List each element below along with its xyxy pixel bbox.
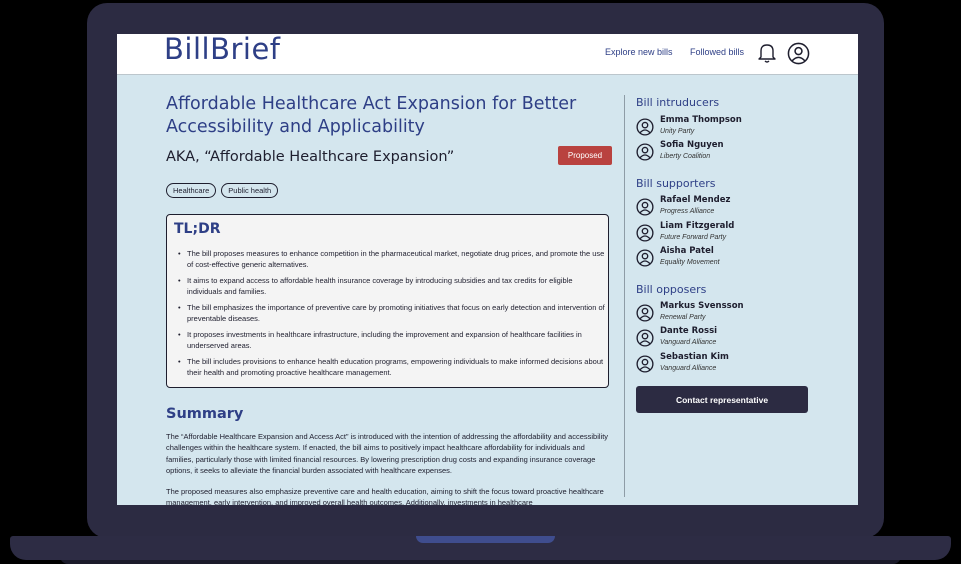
person-sofia-nguyen[interactable]: Sofia Nguyen Liberty Coalition bbox=[636, 140, 806, 164]
person-rafael-mendez[interactable]: Rafael Mendez Progress Alliance bbox=[636, 195, 806, 219]
person-name: Rafael Mendez bbox=[660, 195, 731, 205]
tldr-item: The bill includes provisions to enhance … bbox=[178, 356, 607, 378]
tag-list: Healthcare Public health bbox=[166, 183, 279, 198]
user-circle-icon bbox=[636, 198, 654, 216]
tldr-item: The bill emphasizes the importance of pr… bbox=[178, 302, 607, 324]
app-screen: BillBrief Explore new bills Followed bil… bbox=[117, 34, 858, 505]
nav-explore-link[interactable]: Explore new bills bbox=[605, 47, 673, 57]
person-party: Vanguard Alliance bbox=[660, 365, 717, 372]
user-circle-icon bbox=[636, 304, 654, 322]
person-name: Dante Rossi bbox=[660, 326, 718, 336]
user-circle-icon bbox=[636, 355, 654, 373]
tldr-list: The bill proposes measures to enhance co… bbox=[177, 248, 607, 383]
user-circle-icon bbox=[636, 118, 654, 136]
summary-paragraph: The “Affordable Healthcare Expansion and… bbox=[166, 432, 609, 475]
nav-followed-link[interactable]: Followed bills bbox=[690, 47, 744, 57]
status-badge: Proposed bbox=[558, 146, 612, 165]
sidebar-divider bbox=[624, 95, 625, 497]
person-sebastian-kim[interactable]: Sebastian Kim Vanguard Alliance bbox=[636, 352, 806, 376]
tldr-title: TL;DR bbox=[174, 221, 221, 237]
summary-paragraph: The proposed measures also emphasize pre… bbox=[166, 487, 604, 505]
person-name: Markus Svensson bbox=[660, 301, 744, 311]
person-name: Liam Fitzgerald bbox=[660, 221, 735, 231]
bell-icon[interactable] bbox=[758, 43, 776, 63]
contact-representative-button[interactable]: Contact representative bbox=[636, 386, 808, 413]
user-circle-icon bbox=[636, 143, 654, 161]
user-circle-icon[interactable] bbox=[787, 42, 810, 65]
laptop-notch bbox=[416, 536, 555, 543]
person-name: Sofia Nguyen bbox=[660, 140, 724, 150]
person-party: Equality Movement bbox=[660, 259, 720, 266]
person-aisha-patel[interactable]: Aisha Patel Equality Movement bbox=[636, 246, 806, 270]
person-name: Emma Thompson bbox=[660, 115, 742, 125]
bill-title: Affordable Healthcare Act Expansion for … bbox=[166, 94, 577, 137]
user-circle-icon bbox=[636, 249, 654, 267]
person-name: Aisha Patel bbox=[660, 246, 714, 256]
tldr-item: It proposes investments in healthcare in… bbox=[178, 329, 607, 351]
person-emma-thompson[interactable]: Emma Thompson Unity Party bbox=[636, 115, 806, 139]
person-liam-fitzgerald[interactable]: Liam Fitzgerald Future Forward Party bbox=[636, 221, 806, 245]
bill-aka: AKA, “Affordable Healthcare Expansion” bbox=[166, 149, 455, 165]
tag-healthcare[interactable]: Healthcare bbox=[166, 183, 217, 198]
supporters-heading: Bill supporters bbox=[636, 177, 716, 190]
summary-heading: Summary bbox=[166, 406, 244, 422]
person-party: Vanguard Alliance bbox=[660, 339, 717, 346]
tldr-item: The bill proposes measures to enhance co… bbox=[178, 248, 607, 270]
person-markus-svensson[interactable]: Markus Svensson Renewal Party bbox=[636, 301, 806, 325]
person-name: Sebastian Kim bbox=[660, 352, 729, 362]
tldr-item: It aims to expand access to affordable h… bbox=[178, 275, 607, 297]
person-party: Liberty Coalition bbox=[660, 153, 711, 160]
opposers-heading: Bill opposers bbox=[636, 283, 707, 296]
person-party: Unity Party bbox=[660, 128, 695, 135]
person-party: Progress Alliance bbox=[660, 208, 715, 215]
user-circle-icon bbox=[636, 329, 654, 347]
introducers-heading: Bill intruduсers bbox=[636, 96, 720, 109]
top-navbar: BillBrief Explore new bills Followed bil… bbox=[117, 34, 858, 75]
user-circle-icon bbox=[636, 224, 654, 242]
tldr-card: TL;DR The bill proposes measures to enha… bbox=[166, 214, 609, 388]
person-party: Future Forward Party bbox=[660, 234, 727, 241]
tag-public-health[interactable]: Public health bbox=[221, 183, 279, 198]
person-dante-rossi[interactable]: Dante Rossi Vanguard Alliance bbox=[636, 326, 806, 350]
person-party: Renewal Party bbox=[660, 314, 706, 321]
app-logo[interactable]: BillBrief bbox=[164, 34, 281, 66]
